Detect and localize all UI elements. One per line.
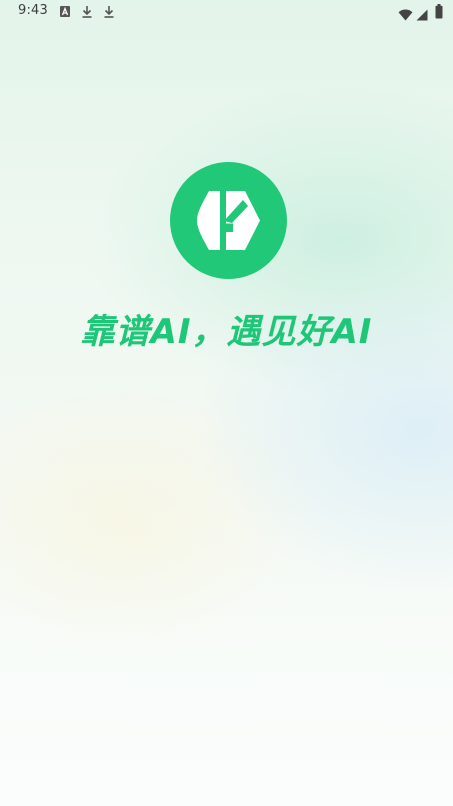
wifi-icon (398, 6, 413, 25)
splash-screen: 9:43 靠谱AI，遇见好AI (0, 0, 453, 806)
download-icon (81, 4, 93, 23)
status-bar: 9:43 (0, 0, 453, 24)
slogan-text: 靠谱AI，遇见好AI (80, 312, 373, 352)
status-time: 9:43 (18, 3, 48, 18)
download-icon (103, 4, 115, 23)
kaopu-k-logo-icon (170, 162, 287, 279)
battery-icon (435, 4, 443, 23)
font-download-icon (59, 4, 71, 23)
signal-icon (416, 6, 428, 25)
